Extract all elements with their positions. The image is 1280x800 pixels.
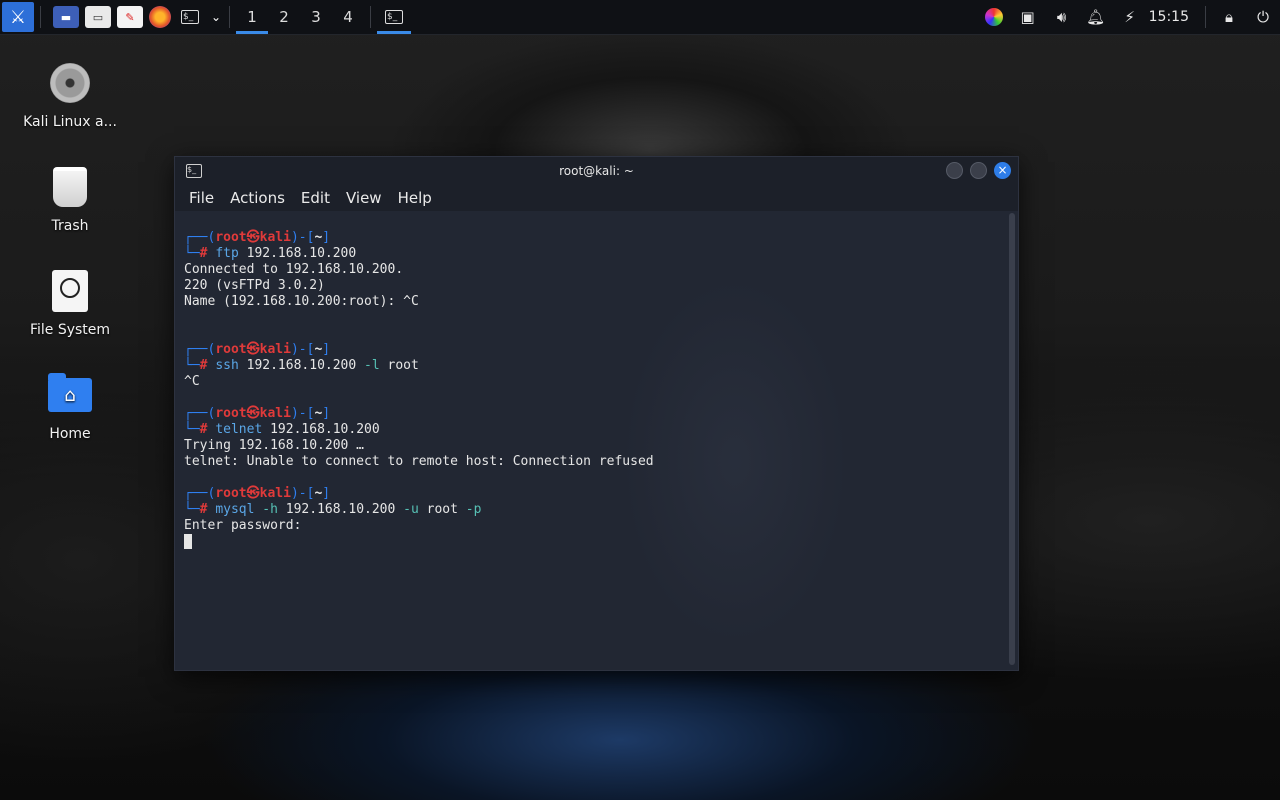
- workspace-1[interactable]: 1: [236, 0, 268, 34]
- desktop-icon-file-system[interactable]: File System: [10, 268, 130, 338]
- notifications-bell-icon[interactable]: 🔔︎: [1079, 0, 1113, 34]
- minimize-button[interactable]: [946, 162, 963, 179]
- output-line: Trying 192.168.10.200 …: [184, 438, 365, 453]
- panel-separator: [1205, 6, 1206, 28]
- color-picker-icon[interactable]: [977, 0, 1011, 34]
- logout-icon[interactable]: ⏻: [1246, 0, 1280, 34]
- window-title: root@kali: ~: [559, 164, 634, 178]
- prompt-line: ┌──(root㉿kali)-[~]: [184, 406, 331, 421]
- terminal-launcher-icon[interactable]: $_: [177, 6, 203, 28]
- panel-separator: [40, 6, 41, 28]
- home-folder-icon: ⌂: [48, 373, 92, 412]
- terminal-icon: $_: [385, 10, 403, 24]
- top-panel: ⚔ ▬ ▭ ✎ $_ ⌄ 1 2 3 4 $_ ▣ 🔊︎ 🔔︎ ⚡ 15:15 …: [0, 0, 1280, 35]
- output-line: Connected to 192.168.10.200.: [184, 262, 404, 277]
- command-line: └─# ftp 192.168.10.200: [184, 246, 357, 261]
- command-line: └─# mysql -h 192.168.10.200 -u root -p: [184, 502, 482, 517]
- clock[interactable]: 15:15: [1149, 9, 1189, 25]
- panel-separator: [229, 6, 230, 28]
- desktop-icon-label: Trash: [51, 218, 89, 234]
- file-manager-icon[interactable]: ▭: [85, 6, 111, 28]
- desktop-icon-kali-disc[interactable]: Kali Linux a...: [10, 60, 130, 130]
- firefox-icon[interactable]: [149, 6, 171, 28]
- menu-help[interactable]: Help: [390, 189, 440, 207]
- input-line[interactable]: [184, 534, 1018, 550]
- text-cursor: [184, 534, 192, 549]
- prompt-line: ┌──(root㉿kali)-[~]: [184, 230, 331, 245]
- command-line: └─# telnet 192.168.10.200: [184, 422, 380, 437]
- kali-dragon-icon: ⚔: [9, 6, 27, 28]
- lock-screen-icon[interactable]: 🔒︎: [1212, 0, 1246, 34]
- desktop-icon-home[interactable]: ⌂ Home: [10, 372, 130, 442]
- optical-disc-icon: [50, 63, 90, 103]
- prompt-line: ┌──(root㉿kali)-[~]: [184, 342, 331, 357]
- window-titlebar[interactable]: $_ root@kali: ~ ×: [175, 157, 1018, 185]
- scrollbar[interactable]: [1009, 213, 1015, 665]
- power-manager-icon[interactable]: ⚡: [1113, 0, 1147, 34]
- menu-bar: File Actions Edit View Help: [175, 185, 1018, 211]
- taskbar-terminal-window[interactable]: $_: [377, 0, 411, 34]
- desktop-icon-label: Kali Linux a...: [23, 114, 117, 130]
- desktop-icon-trash[interactable]: Trash: [10, 164, 130, 234]
- output-line: Name (192.168.10.200:root): ^C: [184, 294, 419, 309]
- close-button[interactable]: ×: [994, 162, 1011, 179]
- maximize-button[interactable]: [970, 162, 987, 179]
- output-line: Enter password:: [184, 518, 302, 533]
- terminal-output[interactable]: ┌──(root㉿kali)-[~] └─# ftp 192.168.10.20…: [175, 211, 1018, 670]
- prompt-line: ┌──(root㉿kali)-[~]: [184, 486, 331, 501]
- kali-menu-button[interactable]: ⚔: [2, 2, 34, 32]
- desktop-icon-label: Home: [49, 426, 91, 442]
- workspace-3[interactable]: 3: [300, 0, 332, 34]
- desktop-icon-label: File System: [29, 322, 111, 338]
- volume-icon[interactable]: 🔊︎: [1045, 0, 1079, 34]
- workspace-4[interactable]: 4: [332, 0, 364, 34]
- show-desktop-icon[interactable]: ▬: [53, 6, 79, 28]
- panel-separator: [370, 6, 371, 28]
- command-line: └─# ssh 192.168.10.200 -l root: [184, 358, 419, 373]
- close-icon: ×: [997, 163, 1008, 177]
- output-line: ^C: [184, 374, 200, 389]
- keyboard-layout-icon[interactable]: ▣: [1011, 0, 1045, 34]
- menu-actions[interactable]: Actions: [222, 189, 293, 207]
- menu-edit[interactable]: Edit: [293, 189, 338, 207]
- chevron-down-icon[interactable]: ⌄: [209, 6, 223, 28]
- output-line: telnet: Unable to connect to remote host…: [184, 454, 654, 469]
- terminal-icon: $_: [186, 164, 202, 178]
- terminal-window[interactable]: $_ root@kali: ~ × File Actions Edit View…: [174, 156, 1019, 671]
- menu-file[interactable]: File: [181, 189, 222, 207]
- drive-icon: [52, 270, 88, 312]
- text-editor-icon[interactable]: ✎: [117, 6, 143, 28]
- trash-icon: [53, 167, 87, 207]
- workspace-2[interactable]: 2: [268, 0, 300, 34]
- menu-view[interactable]: View: [338, 189, 390, 207]
- output-line: 220 (vsFTPd 3.0.2): [184, 278, 325, 293]
- system-tray: ▣ 🔊︎ 🔔︎ ⚡ 15:15 🔒︎ ⏻: [977, 0, 1280, 34]
